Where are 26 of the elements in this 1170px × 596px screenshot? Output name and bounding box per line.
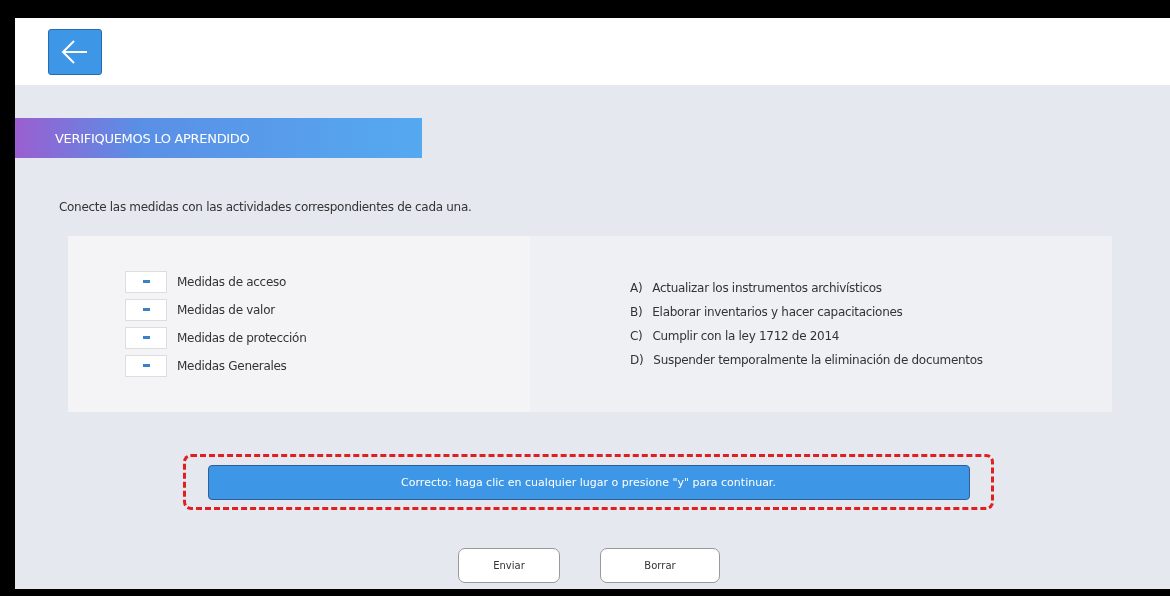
option-letter: B) [630,305,643,319]
match-dropdown[interactable] [125,271,167,293]
caret-icon [142,280,150,284]
back-arrow-icon [61,38,89,65]
option-letter: C) [630,329,643,343]
section-title: VERIFIQUEMOS LO APRENDIDO [55,130,250,146]
clear-button[interactable]: Borrar [600,548,720,583]
match-dropdown[interactable] [125,327,167,349]
activity-label: Elaborar inventarios y hacer capacitaciones [652,305,903,319]
measure-label: Medidas de acceso [177,275,286,289]
option-letter: D) [630,353,644,367]
match-dropdown[interactable] [125,355,167,377]
caret-icon [142,336,150,340]
back-button[interactable] [48,28,102,75]
measure-label: Medidas Generales [177,359,287,373]
activity-label: Cumplir con la ley 1712 de 2014 [652,329,840,343]
instruction-text: Conecte las medidas con las actividades correspondientes de cada una. [59,200,473,214]
measure-label: Medidas de valor [177,303,275,317]
submit-button[interactable]: Enviar [458,548,560,583]
activity-label: Suspender temporalmente la eliminación de documentos [653,353,983,367]
measure-label: Medidas de protección [177,331,307,345]
caret-icon [142,364,150,368]
match-dropdown[interactable] [125,299,167,321]
caret-icon [142,308,150,312]
option-letter: A) [630,281,643,295]
activity-label: Actualizar los instrumentos archivísticos [652,281,882,295]
